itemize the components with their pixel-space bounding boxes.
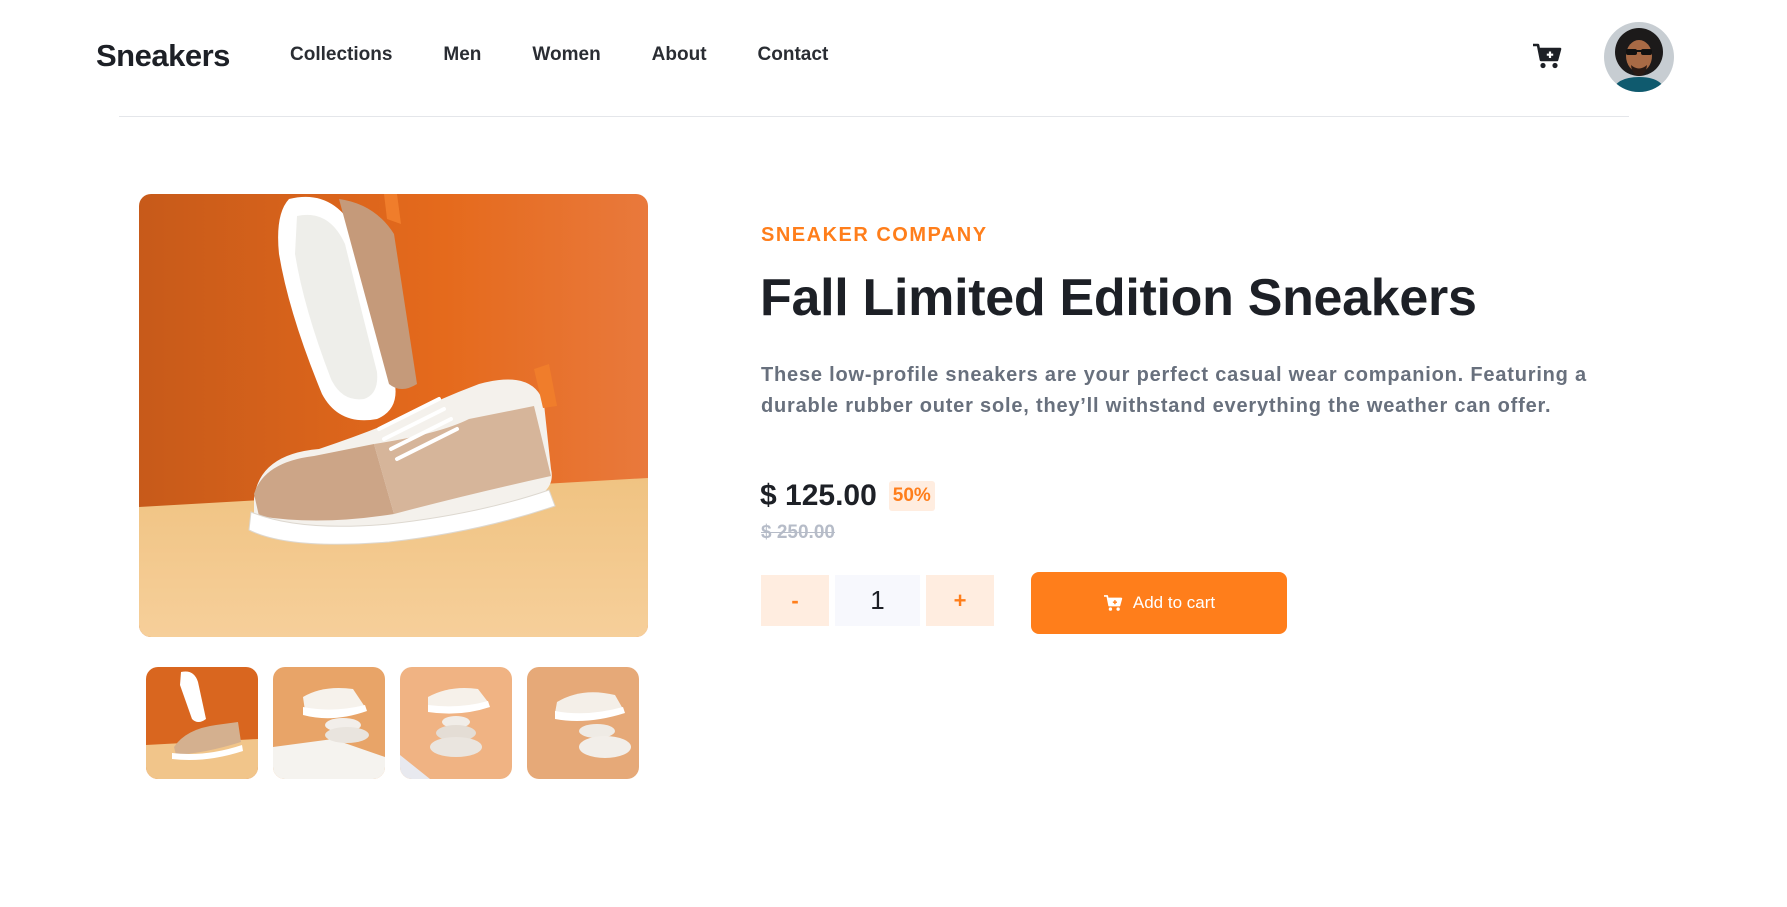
product-description: These low-profile sneakers are your perf… xyxy=(761,364,1587,417)
cart-icon xyxy=(1103,595,1123,611)
thumbnail-2[interactable] xyxy=(273,667,385,779)
thumbnail-list xyxy=(146,667,639,779)
current-price: $ 125.00 xyxy=(760,479,877,512)
header-divider xyxy=(119,116,1629,117)
thumbnail-4-image xyxy=(527,667,639,779)
quantity-stepper: - 1 + xyxy=(761,575,994,626)
sneaker-photo xyxy=(139,194,648,637)
thumbnail-1-image xyxy=(146,667,258,779)
logo[interactable]: Sneakers xyxy=(96,38,230,74)
discount-badge: 50% xyxy=(888,481,935,511)
nav-about[interactable]: About xyxy=(652,44,707,66)
thumbnail-2-image xyxy=(273,667,385,779)
nav-men[interactable]: Men xyxy=(443,44,481,66)
increment-button[interactable]: + xyxy=(926,575,994,626)
original-price: $ 250.00 xyxy=(761,522,835,543)
product-main-image[interactable] xyxy=(139,194,648,637)
price-row: $ 125.00 50% xyxy=(760,479,935,513)
cart-icon xyxy=(1533,43,1562,69)
nav-women[interactable]: Women xyxy=(532,44,600,66)
main-nav: Collections Men Women About Contact xyxy=(290,44,879,66)
nav-collections[interactable]: Collections xyxy=(290,44,392,66)
add-to-cart-button[interactable]: Add to cart xyxy=(1031,572,1287,634)
thumbnail-3[interactable] xyxy=(400,667,512,779)
site-header: Sneakers Collections Men Women About Con… xyxy=(0,0,1787,117)
company-name: SNEAKER COMPANY xyxy=(761,224,988,246)
thumbnail-3-image xyxy=(400,667,512,779)
product-title: Fall Limited Edition Sneakers xyxy=(760,269,1477,327)
thumbnail-4[interactable] xyxy=(527,667,639,779)
avatar[interactable] xyxy=(1604,22,1674,92)
decrement-button[interactable]: - xyxy=(761,575,829,626)
cart-button[interactable] xyxy=(1532,42,1564,74)
add-to-cart-label: Add to cart xyxy=(1132,593,1216,612)
thumbnail-1[interactable] xyxy=(146,667,258,779)
quantity-value[interactable]: 1 xyxy=(835,575,920,626)
avatar-image xyxy=(1604,22,1674,92)
nav-contact[interactable]: Contact xyxy=(758,44,829,66)
